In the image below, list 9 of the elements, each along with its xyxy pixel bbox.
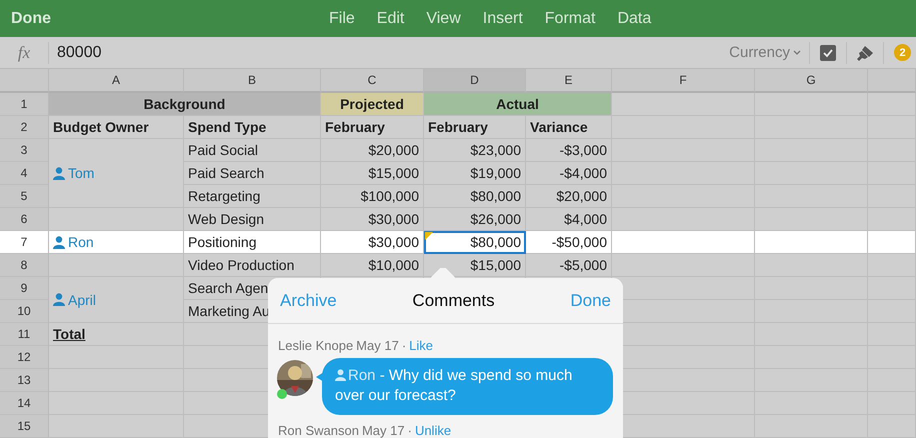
popover-title: Comments	[412, 290, 495, 310]
comment-author: Leslie Knope	[278, 338, 354, 353]
function-label: fx	[0, 42, 49, 64]
comment-date: May 17	[356, 338, 399, 353]
comment-author: Ron Swanson	[278, 423, 359, 438]
separator-dot: ·	[408, 423, 412, 438]
comment-text: Ron - Why did we spend so much over our forecast?	[335, 367, 572, 404]
separator-dot: ·	[402, 338, 406, 353]
comment-date: May 17	[362, 423, 405, 438]
